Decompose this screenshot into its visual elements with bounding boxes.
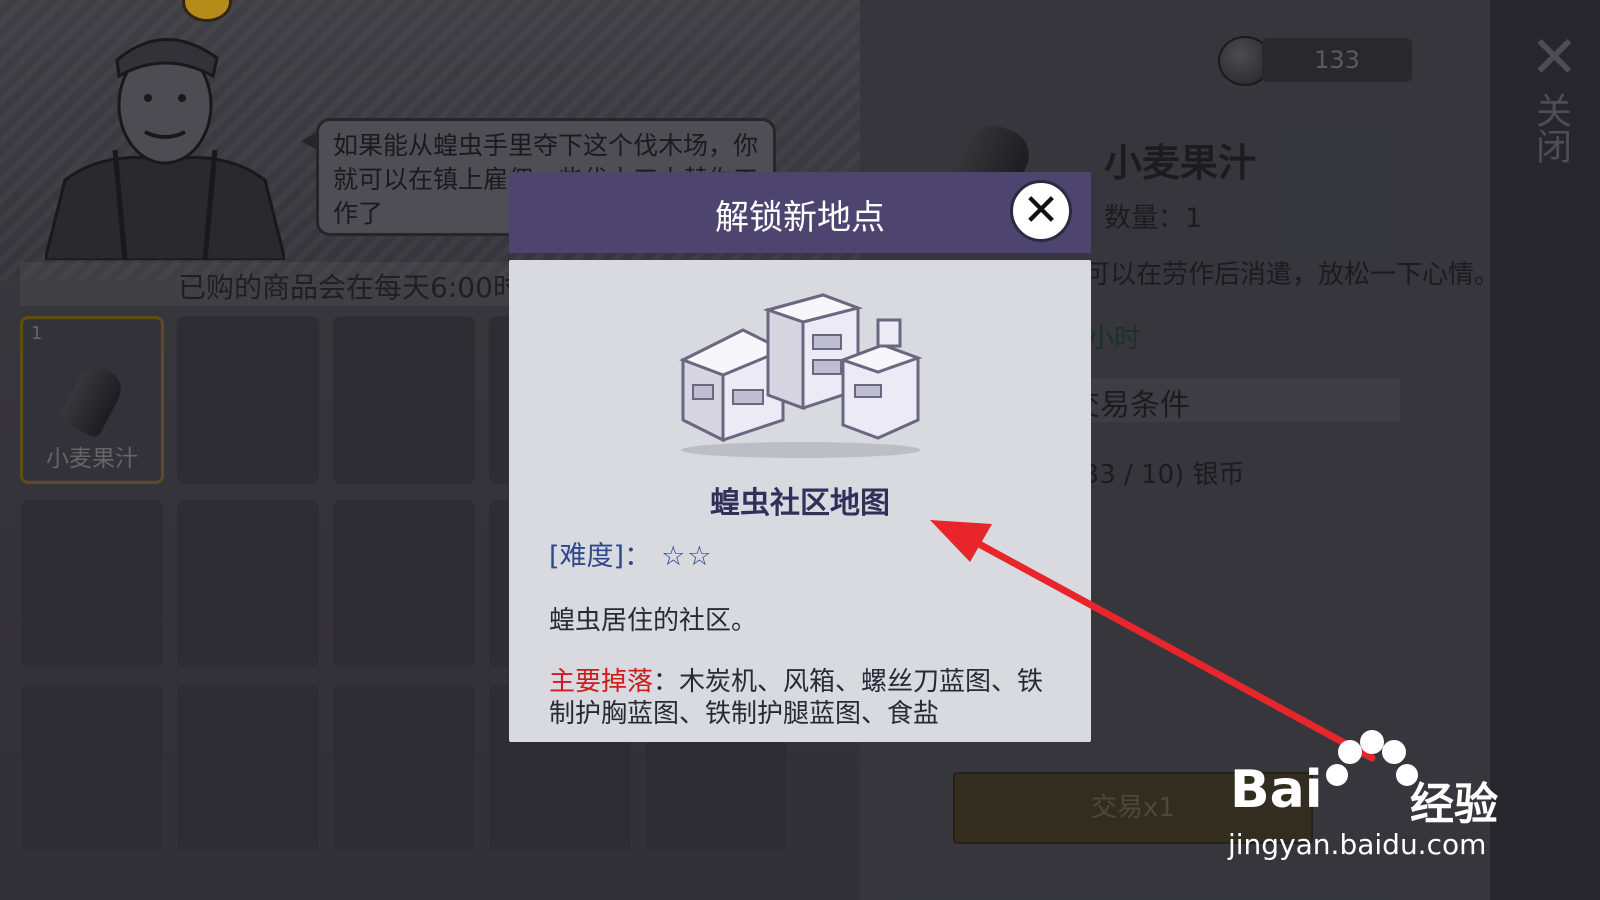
- difficulty-row: [难度]： ☆☆: [549, 534, 714, 573]
- watermark-brand-cn: 经验: [1410, 779, 1498, 830]
- map-name: 蝗虫社区地图: [710, 486, 890, 521]
- dialog-close-button[interactable]: ✕: [1010, 180, 1072, 242]
- buildings-icon: [679, 293, 923, 458]
- watermark-brand: Bai: [1230, 760, 1323, 820]
- close-icon: ✕: [1022, 185, 1060, 236]
- map-description: 蝗虫居住的社区。: [549, 606, 758, 636]
- dialog-header: 解锁新地点: [509, 172, 1091, 254]
- watermark-url: jingyan.baidu.com: [1228, 828, 1487, 861]
- dialog-title: 解锁新地点: [715, 198, 885, 238]
- difficulty-stars: ☆☆: [661, 541, 714, 572]
- difficulty-label: [难度]：: [549, 541, 652, 572]
- dialog-body: 蝗虫社区地图 [难度]： ☆☆ 蝗虫居住的社区。 主要掉落：木炭机、风箱、螺丝刀蓝…: [509, 260, 1091, 742]
- drops-label: 主要掉落: [549, 667, 654, 697]
- drops-row: 主要掉落：木炭机、风箱、螺丝刀蓝图、铁制护胸蓝图、铁制护腿蓝图、食盐: [549, 666, 1049, 730]
